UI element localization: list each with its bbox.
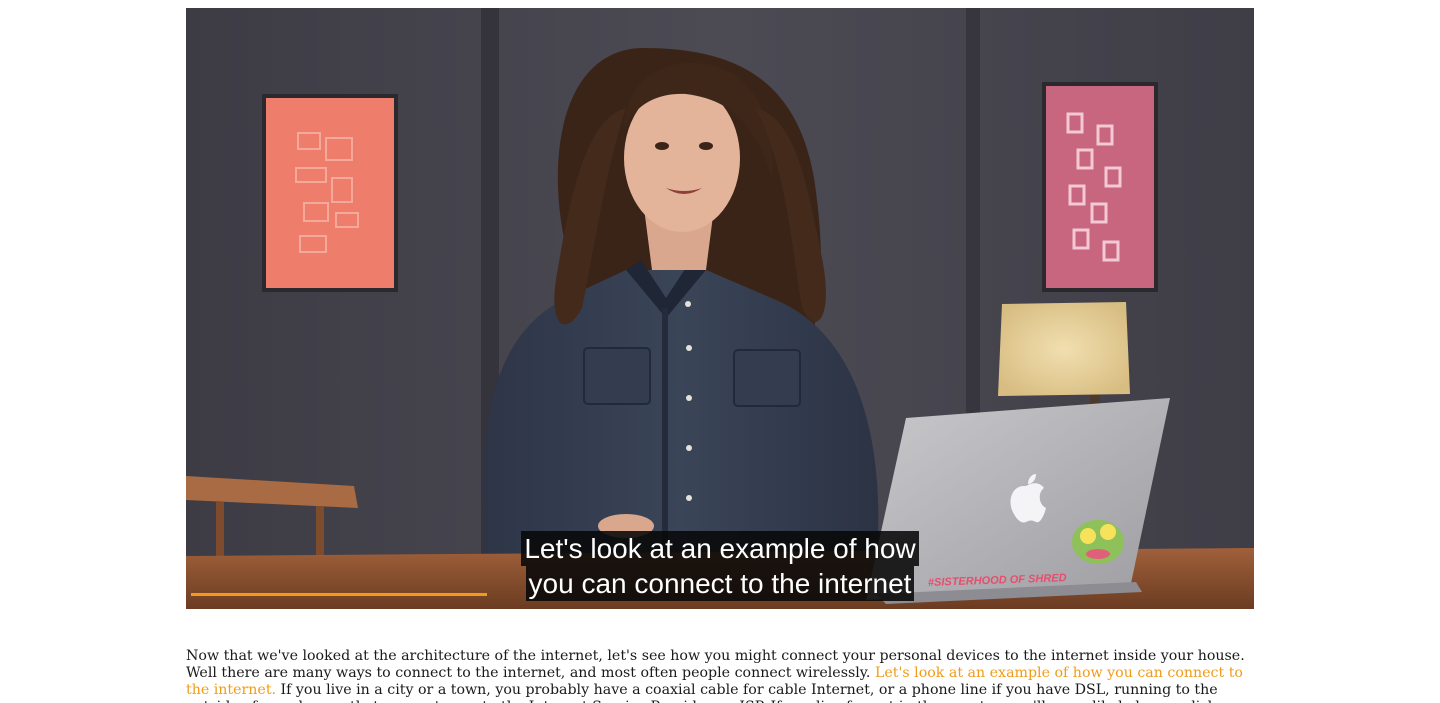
video-frame: #SISTERHOOD OF SHRED <box>186 8 1254 609</box>
video-caption: Let's look at an example of how you can … <box>186 531 1254 601</box>
caption-line: you can connect to the internet <box>525 566 915 601</box>
video-player[interactable]: #SISTERHOOD OF SHRED Let's look at an ex… <box>186 8 1254 609</box>
video-progress-bar[interactable] <box>191 593 487 596</box>
video-progress-fill <box>191 593 487 596</box>
transcript: Now that we've looked at the architectur… <box>186 648 1254 703</box>
lesson-page: #SISTERHOOD OF SHRED Let's look at an ex… <box>0 0 1440 703</box>
caption-line: Let's look at an example of how <box>521 531 919 566</box>
transcript-segment[interactable]: If you live in a city or a town, you pro… <box>186 682 1218 703</box>
